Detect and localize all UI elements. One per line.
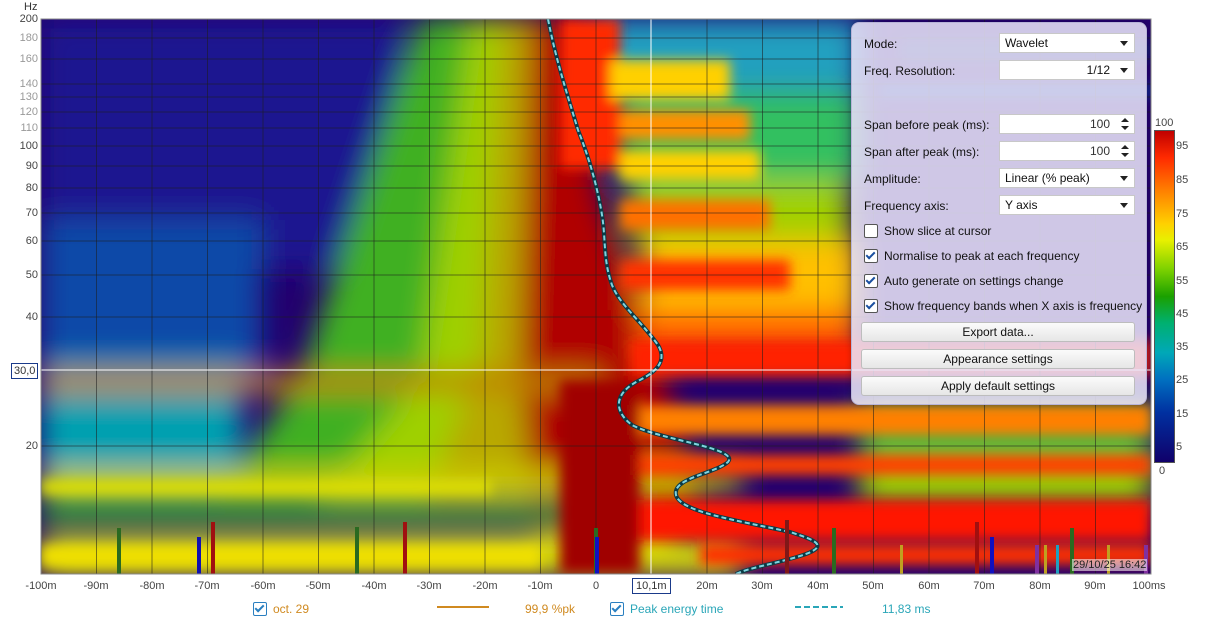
- show-slice-label: Show slice at cursor: [884, 224, 992, 238]
- auto-generate-label: Auto generate on settings change: [884, 274, 1064, 288]
- span-before-label: Span before peak (ms):: [864, 118, 990, 132]
- y-tick-label: 100: [19, 140, 38, 152]
- y-tick-label: 160: [19, 53, 38, 65]
- series2-visibility-checkbox[interactable]: [610, 602, 624, 616]
- apply-defaults-button[interactable]: Apply default settings: [861, 376, 1135, 396]
- series1-value: 99,9 %pk: [525, 602, 576, 616]
- mode-value: Wavelet: [1005, 36, 1048, 50]
- colorbar-tick: 55: [1176, 275, 1189, 287]
- x-tick-label: 30m: [751, 580, 773, 592]
- x-tick-label: 100ms: [1132, 580, 1166, 592]
- x-tick-label: 20m: [696, 580, 718, 592]
- measurement-timestamp: 29/10/25 16:42: [1072, 559, 1148, 571]
- stepper-up-icon[interactable]: [1121, 118, 1129, 122]
- amplitude-dropdown[interactable]: Linear (% peak): [999, 168, 1135, 188]
- amplitude-label: Amplitude:: [864, 172, 921, 186]
- colorbar-tick: 45: [1176, 308, 1189, 320]
- x-tick-label: 40m: [807, 580, 829, 592]
- colorbar-tick: 95: [1176, 140, 1189, 152]
- colorbar-tick: 65: [1176, 241, 1189, 253]
- series2-value: 11,83 ms: [882, 602, 931, 616]
- y-tick-label: 120: [19, 106, 38, 118]
- colorbar-min-label: 0: [1159, 465, 1166, 477]
- x-tick-label: -80m: [139, 580, 165, 592]
- series1-visibility-checkbox[interactable]: [253, 602, 267, 616]
- mode-dropdown[interactable]: Wavelet: [999, 33, 1135, 53]
- amplitude-value: Linear (% peak): [1005, 171, 1090, 185]
- stepper-up-icon[interactable]: [1121, 145, 1129, 149]
- span-before-value: 100: [1089, 117, 1110, 131]
- x-tick-label: 0: [592, 580, 600, 592]
- show-bands-label: Show frequency bands when X axis is freq…: [884, 299, 1143, 313]
- colorbar-tick: 15: [1176, 408, 1189, 420]
- colorbar-tick: 25: [1176, 374, 1189, 386]
- y-tick-label: 70: [25, 207, 38, 219]
- normalise-label: Normalise to peak at each frequency: [884, 249, 1080, 263]
- series2-line-swatch: [795, 606, 843, 608]
- freq-resolution-dropdown[interactable]: 1/12: [999, 60, 1135, 80]
- y-tick-label: 90: [25, 160, 38, 172]
- colorbar-tick: 75: [1176, 208, 1189, 220]
- y-tick-label: 180: [19, 32, 38, 44]
- chevron-down-icon: [1120, 41, 1128, 46]
- chevron-down-icon: [1120, 176, 1128, 181]
- y-tick-label: 40: [25, 311, 38, 323]
- chevron-down-icon: [1120, 203, 1128, 208]
- x-tick-label: 70m: [973, 580, 995, 592]
- y-tick-label: 50: [25, 269, 38, 281]
- y-tick-label: 80: [25, 182, 38, 194]
- colorbar: [1154, 130, 1175, 463]
- x-tick-label: -20m: [472, 580, 498, 592]
- x-tick-label: -30m: [416, 580, 442, 592]
- x-tick-label: 90m: [1084, 580, 1106, 592]
- colorbar-tick: 5: [1176, 441, 1183, 453]
- appearance-settings-button[interactable]: Appearance settings: [861, 349, 1135, 369]
- freq-resolution-label: Freq. Resolution:: [864, 64, 956, 78]
- y-tick-label: 20: [25, 440, 38, 452]
- y-tick-label: 140: [19, 78, 38, 90]
- checkbox-checked-icon: [864, 249, 878, 263]
- cursor-x-readout: 10,1m: [632, 578, 671, 594]
- series2-name: Peak energy time: [630, 602, 724, 616]
- x-tick-label: 80m: [1029, 580, 1051, 592]
- checkbox-checked-icon: [864, 299, 878, 313]
- x-tick-label: -60m: [250, 580, 276, 592]
- checkbox-checked-icon: [864, 274, 878, 288]
- span-before-stepper[interactable]: 100: [999, 114, 1135, 134]
- span-after-label: Span after peak (ms):: [864, 145, 980, 159]
- y-axis-unit: Hz: [24, 1, 38, 13]
- x-tick-label: 60m: [918, 580, 940, 592]
- x-tick-label: -100m: [25, 580, 57, 592]
- x-tick-label: 50m: [862, 580, 884, 592]
- x-tick-label: -10m: [527, 580, 553, 592]
- chevron-down-icon: [1120, 68, 1128, 73]
- stepper-down-icon[interactable]: [1121, 153, 1129, 157]
- stepper-down-icon[interactable]: [1121, 126, 1129, 130]
- colorbar-tick: 85: [1176, 174, 1189, 186]
- frequency-axis-dropdown[interactable]: Y axis: [999, 195, 1135, 215]
- x-tick-label: -40m: [361, 580, 387, 592]
- series1-line-swatch: [437, 606, 489, 608]
- frequency-axis-label: Frequency axis:: [864, 199, 949, 213]
- freq-resolution-value: 1/12: [1086, 63, 1110, 77]
- y-tick-label: 200: [19, 13, 38, 25]
- x-tick-label: -90m: [83, 580, 109, 592]
- y-tick-label: 130: [19, 91, 38, 103]
- y-tick-label: 110: [20, 122, 38, 134]
- x-tick-label: -70m: [194, 580, 220, 592]
- span-after-value: 100: [1089, 144, 1110, 158]
- y-tick-label: 60: [25, 235, 38, 247]
- x-tick-label: -50m: [305, 580, 331, 592]
- checkbox-unchecked-icon: [864, 224, 878, 238]
- cursor-y-readout: 30,0: [11, 363, 39, 379]
- mode-label: Mode:: [864, 37, 898, 51]
- span-after-stepper[interactable]: 100: [999, 141, 1135, 161]
- export-data-button[interactable]: Export data...: [861, 322, 1135, 342]
- series1-name: oct. 29: [273, 602, 310, 616]
- frequency-axis-value: Y axis: [1005, 198, 1038, 212]
- colorbar-max-label: 100: [1155, 117, 1174, 129]
- colorbar-tick: 35: [1176, 341, 1189, 353]
- settings-panel: Mode: Wavelet Freq. Resolution: 1/12 Spa…: [851, 22, 1147, 405]
